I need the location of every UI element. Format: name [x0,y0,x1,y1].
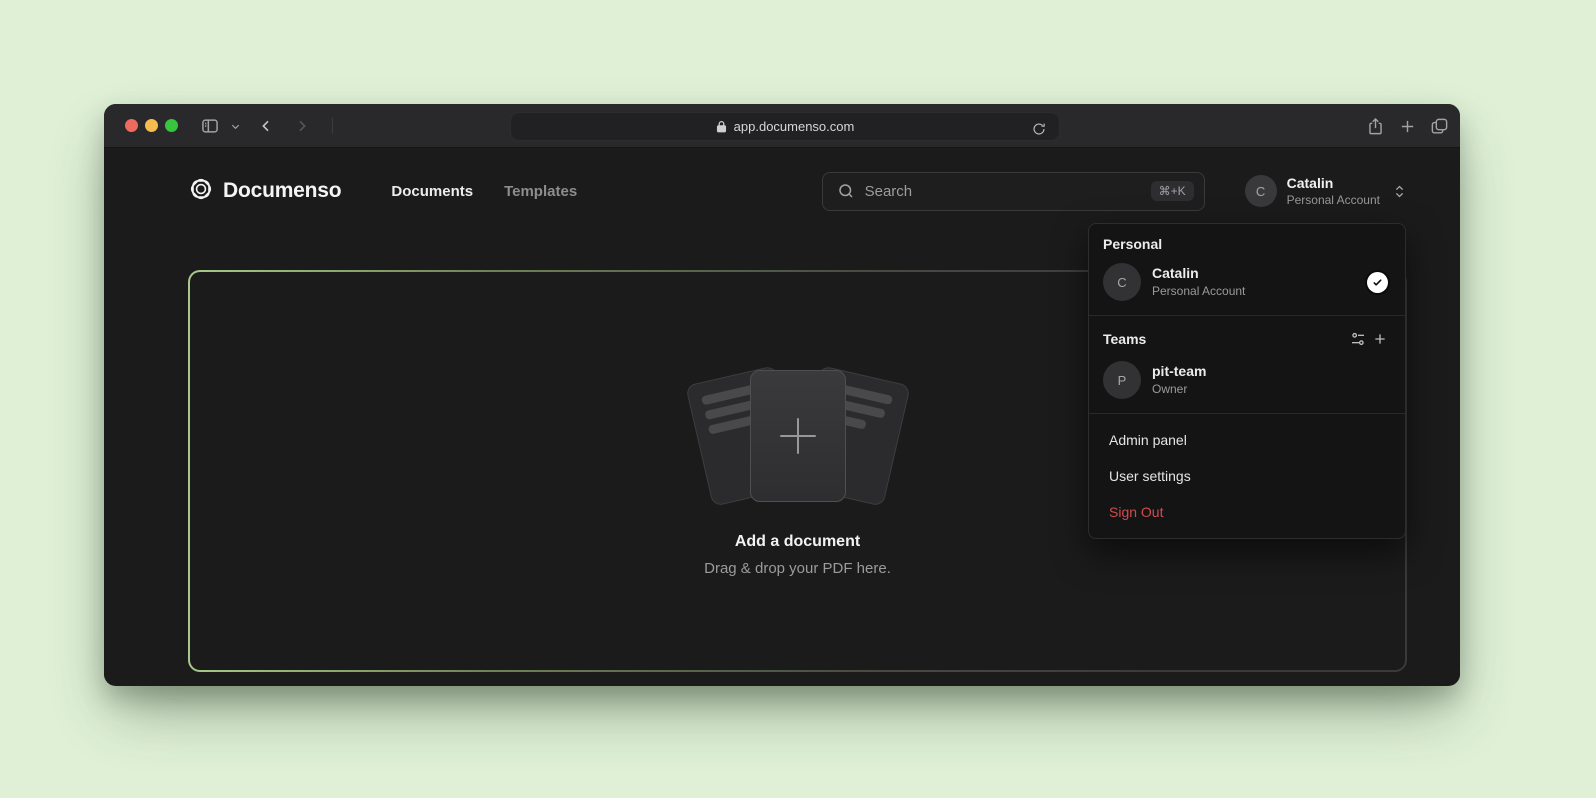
search-input[interactable] [865,183,1141,200]
browser-window: app.documenso.com [104,104,1460,686]
close-button[interactable] [125,119,138,132]
browser-titlebar: app.documenso.com [104,104,1460,148]
share-button[interactable] [1363,114,1387,138]
menu-item-user-settings[interactable]: User settings [1089,458,1405,494]
team-name: pit-team [1152,363,1206,381]
documenso-logo-icon [188,176,214,207]
nav-documents[interactable]: Documents [391,183,473,200]
dropzone-subtitle: Drag & drop your PDF here. [704,560,891,577]
personal-section: Personal C Catalin Personal Account [1089,224,1405,315]
tab-overview-button[interactable] [1427,114,1451,138]
toolbar-divider [332,118,333,134]
add-team-button[interactable] [1369,328,1391,350]
sliders-icon [1350,331,1366,347]
team-avatar: P [1103,361,1141,399]
reload-button[interactable] [1027,117,1051,141]
add-plus-icon [780,418,816,454]
sidebar-toggle-button[interactable] [198,114,222,138]
personal-section-label: Personal [1103,236,1391,252]
search-shortcut-badge: ⌘+K [1151,181,1194,201]
dropzone-title: Add a document [735,533,860,551]
manage-teams-button[interactable] [1347,328,1369,350]
personal-avatar: C [1103,263,1141,301]
brand[interactable]: Documenso [188,176,341,207]
team-item[interactable]: P pit-team Owner [1103,361,1391,399]
personal-account-item[interactable]: C Catalin Personal Account [1103,263,1391,301]
account-name: Catalin [1287,175,1380,192]
url-text: app.documenso.com [734,119,855,134]
illustration-card-center [750,370,846,502]
menu-actions: Admin panel User settings Sign Out [1089,413,1405,538]
account-menu-trigger[interactable]: C Catalin Personal Account [1245,175,1407,207]
app-header: Documenso Documents Templates ⌘+K C [188,168,1407,214]
back-button[interactable] [254,114,278,138]
tabs-icon [1430,117,1449,136]
menu-item-admin-panel[interactable]: Admin panel [1089,422,1405,458]
panel-left-icon [200,116,220,136]
teams-section-label: Teams [1103,331,1146,347]
app-content: Documenso Documents Templates ⌘+K C [104,148,1460,685]
nav-templates[interactable]: Templates [504,183,577,200]
traffic-lights [125,119,178,132]
account-avatar: C [1245,175,1277,207]
minimize-button[interactable] [145,119,158,132]
plus-icon [1372,331,1388,347]
chevrons-up-down-icon [1392,184,1407,199]
main-nav: Documents Templates [391,183,577,200]
chevron-right-icon [294,118,310,134]
desktop-background: app.documenso.com [0,0,1596,798]
personal-subtitle: Personal Account [1152,284,1245,299]
lock-icon [716,120,727,133]
brand-wordmark: Documenso [223,179,341,203]
share-icon [1366,117,1385,136]
forward-button[interactable] [290,114,314,138]
plus-icon [1399,118,1416,135]
personal-name: Catalin [1152,265,1245,283]
account-type: Personal Account [1287,193,1380,207]
sidebar-menu-chevron-button[interactable] [226,114,244,138]
search-icon [837,182,855,200]
team-role: Owner [1152,382,1206,397]
selected-check-icon [1367,272,1388,293]
chevron-down-icon [230,121,241,132]
chevron-left-icon [258,118,274,134]
address-bar[interactable]: app.documenso.com [510,112,1060,141]
menu-item-sign-out[interactable]: Sign Out [1089,494,1405,530]
new-tab-button[interactable] [1395,114,1419,138]
teams-section: Teams P pit- [1089,315,1405,413]
fullscreen-button[interactable] [165,119,178,132]
documents-illustration [638,365,958,507]
reload-icon [1032,122,1046,136]
search-box[interactable]: ⌘+K [822,172,1205,211]
account-dropdown-menu: Personal C Catalin Personal Account [1088,223,1406,539]
